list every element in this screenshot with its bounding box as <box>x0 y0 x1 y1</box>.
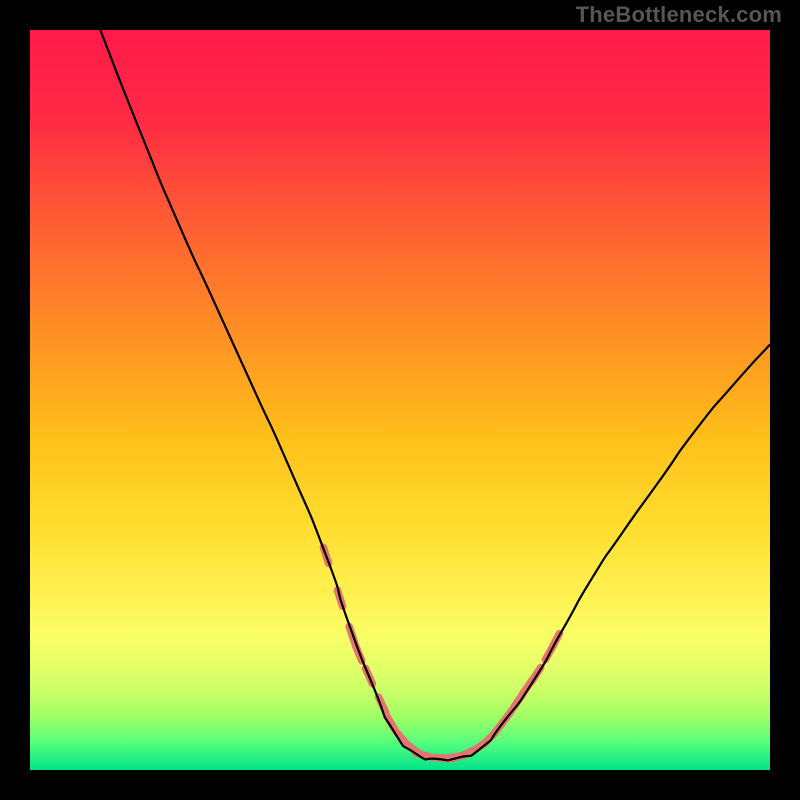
plot-area <box>30 30 770 770</box>
chart-frame: TheBottleneck.com <box>0 0 800 800</box>
curve-layer <box>30 30 770 770</box>
attribution-text: TheBottleneck.com <box>576 2 782 28</box>
bottleneck-curve <box>100 30 770 760</box>
